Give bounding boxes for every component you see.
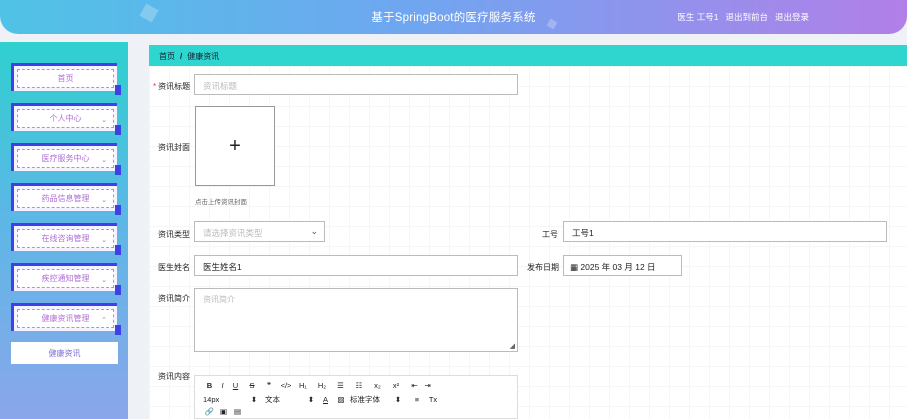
- sidebar-item-label: 健康资讯管理: [41, 314, 90, 323]
- background-color-icon[interactable]: ▨: [332, 395, 350, 404]
- breadcrumb-home[interactable]: 首页: [159, 52, 175, 61]
- sidebar-item-consult[interactable]: 在线咨询管理 ⌄: [11, 223, 121, 255]
- date-picker[interactable]: ▦ 2025 年 03 月 12 日: [563, 255, 682, 276]
- sidebar-item-label: 首页: [57, 74, 74, 83]
- current-user: 医生 工号1: [677, 12, 719, 22]
- font-family-select[interactable]: 标准字体: [350, 394, 388, 405]
- date-label: 发布日期: [527, 263, 559, 272]
- plus-icon: +: [229, 134, 241, 157]
- resize-handle-icon[interactable]: ◢: [510, 342, 515, 350]
- chevron-down-icon: ⌄: [101, 197, 107, 204]
- text-color-icon[interactable]: A: [319, 395, 332, 404]
- italic-icon[interactable]: I: [216, 381, 229, 390]
- clear-format-icon[interactable]: Tx: [426, 395, 440, 404]
- align-icon[interactable]: ≡: [408, 395, 426, 404]
- code-icon[interactable]: </>: [276, 381, 296, 390]
- video-icon[interactable]: ▤: [231, 407, 244, 416]
- bold-icon[interactable]: B: [203, 381, 216, 390]
- breadcrumb-current: 健康资讯: [187, 52, 220, 61]
- subscript-icon[interactable]: x₂: [371, 381, 384, 390]
- outdent-icon[interactable]: ⇤: [408, 381, 421, 390]
- doctor-input[interactable]: 医生姓名1: [194, 255, 518, 276]
- chevron-down-icon: ⌄: [101, 157, 107, 164]
- bullet-list-icon[interactable]: ☷: [347, 381, 371, 390]
- superscript-icon[interactable]: x²: [384, 381, 408, 390]
- indent-icon[interactable]: ⇥: [421, 381, 434, 390]
- cover-hint: 点击上传资讯封面: [195, 199, 247, 206]
- sidebar-item-label: 医疗服务中心: [41, 154, 90, 163]
- link-icon[interactable]: 🔗: [203, 407, 216, 416]
- font-size-arrow-icon: ⬍: [250, 395, 258, 404]
- logout-link[interactable]: 退出登录: [775, 11, 809, 23]
- doctor-label: 医生姓名: [158, 263, 190, 272]
- block-format-arrow-icon: ⬍: [307, 395, 315, 404]
- job-input[interactable]: 工号1: [563, 221, 887, 242]
- heading2-icon[interactable]: H₂: [310, 381, 334, 390]
- intro-textarea[interactable]: 资讯简介 ◢: [194, 288, 518, 352]
- top-bar: 基于SpringBoot的医疗服务系统 医生 工号1 退出到前台 退出登录: [0, 0, 907, 34]
- submenu-health-news[interactable]: 健康资讯: [11, 342, 118, 364]
- editor-toolbar-row-3: 🔗 ▣ ▤: [203, 407, 244, 416]
- sidebar: 首页 个人中心 ⌄ 医疗服务中心 ⌄ 药品信息管理 ⌄ 在线咨询管理 ⌄ 疾控通知管理 ⌄…: [0, 42, 128, 419]
- heading1-icon[interactable]: H₁: [296, 381, 310, 390]
- underline-icon[interactable]: U: [229, 381, 242, 390]
- cover-upload[interactable]: +: [195, 106, 275, 186]
- main-panel: 首页 / 健康资讯 * 资讯标题 资讯标题 资讯封面 + 点击上传资讯封面 资讯类型 …: [149, 45, 907, 419]
- content-label: 资讯内容: [158, 372, 190, 381]
- sidebar-item-label: 疾控通知管理: [41, 274, 90, 283]
- font-family-arrow-icon: ⬍: [394, 395, 402, 404]
- calendar-icon: ▦: [570, 262, 581, 272]
- chevron-down-icon: ⌄: [101, 237, 107, 244]
- quote-icon[interactable]: ❞: [262, 381, 276, 390]
- required-mark: *: [153, 82, 157, 91]
- ordered-list-icon[interactable]: ☰: [334, 381, 347, 390]
- rich-text-editor[interactable]: B I U S ❞ </> H₁ H₂ ☰ ☷ x₂ x² ⇤ ⇥ 14px ⬍…: [194, 375, 518, 419]
- editor-toolbar-row-1: B I U S ❞ </> H₁ H₂ ☰ ☷ x₂ x² ⇤ ⇥: [203, 381, 434, 390]
- back-to-front-link[interactable]: 退出到前台: [725, 11, 768, 23]
- title-input[interactable]: 资讯标题: [194, 74, 518, 95]
- type-select[interactable]: 请选择资讯类型 ⌄: [194, 221, 325, 242]
- editor-toolbar-row-2: 14px ⬍ 文本 ⬍ A ▨ 标准字体 ⬍ ≡ Tx: [203, 394, 440, 405]
- sidebar-item-medical-service[interactable]: 医疗服务中心 ⌄: [11, 143, 121, 175]
- sidebar-item-label: 个人中心: [49, 114, 82, 123]
- chevron-down-icon: ⌄: [101, 277, 107, 284]
- chevron-down-icon: ⌄: [101, 117, 107, 124]
- job-label: 工号: [542, 230, 558, 239]
- cover-label: 资讯封面: [158, 143, 190, 152]
- block-format-select[interactable]: 文本: [265, 394, 303, 405]
- chevron-down-icon: ⌄: [310, 226, 318, 236]
- sidebar-item-drug-info[interactable]: 药品信息管理 ⌄: [11, 183, 121, 215]
- type-label: 资讯类型: [158, 230, 190, 239]
- strike-icon[interactable]: S: [242, 381, 262, 390]
- sidebar-item-profile[interactable]: 个人中心 ⌄: [11, 103, 121, 135]
- sidebar-item-health-news[interactable]: 健康资讯管理 ⌃: [11, 303, 121, 335]
- font-size-select[interactable]: 14px: [203, 395, 243, 404]
- image-icon[interactable]: ▣: [216, 407, 231, 416]
- sidebar-item-label: 在线咨询管理: [41, 234, 90, 243]
- chevron-up-icon: ⌃: [101, 317, 107, 324]
- submenu-label: 健康资讯: [48, 348, 81, 358]
- intro-label: 资讯简介: [158, 294, 190, 303]
- sidebar-item-home[interactable]: 首页: [11, 63, 121, 95]
- breadcrumb-separator: /: [180, 52, 183, 61]
- sidebar-item-label: 药品信息管理: [41, 194, 90, 203]
- sidebar-item-disease-notice[interactable]: 疾控通知管理 ⌄: [11, 263, 121, 295]
- breadcrumb: 首页 / 健康资讯: [149, 45, 907, 66]
- title-label: * 资讯标题: [153, 82, 191, 91]
